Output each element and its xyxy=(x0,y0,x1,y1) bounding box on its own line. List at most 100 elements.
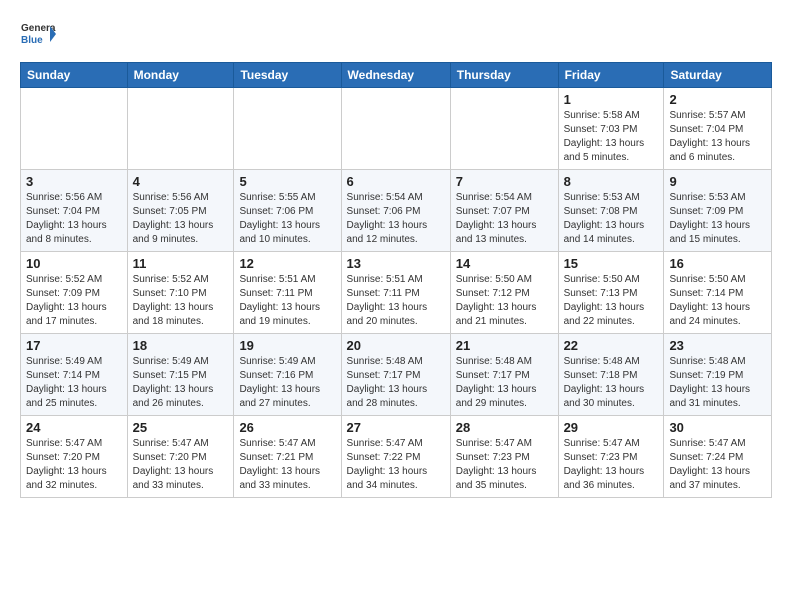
day-number: 4 xyxy=(133,174,229,189)
day-number: 21 xyxy=(456,338,553,353)
day-number: 19 xyxy=(239,338,335,353)
day-number: 29 xyxy=(564,420,659,435)
day-info: Sunrise: 5:54 AMSunset: 7:06 PMDaylight:… xyxy=(347,191,445,247)
header-row: SundayMondayTuesdayWednesdayThursdayFrid… xyxy=(21,63,772,88)
day-number: 26 xyxy=(239,420,335,435)
day-info: Sunrise: 5:48 AMSunset: 7:18 PMDaylight:… xyxy=(564,355,659,411)
day-number: 12 xyxy=(239,256,335,271)
calendar-cell: 19Sunrise: 5:49 AMSunset: 7:16 PMDayligh… xyxy=(234,334,341,416)
day-number: 24 xyxy=(26,420,122,435)
day-number: 7 xyxy=(456,174,553,189)
day-info: Sunrise: 5:51 AMSunset: 7:11 PMDaylight:… xyxy=(239,273,335,329)
day-info: Sunrise: 5:57 AMSunset: 7:04 PMDaylight:… xyxy=(669,109,766,165)
day-info: Sunrise: 5:47 AMSunset: 7:24 PMDaylight:… xyxy=(669,437,766,493)
day-number: 22 xyxy=(564,338,659,353)
header-day-monday: Monday xyxy=(127,63,234,88)
day-number: 20 xyxy=(347,338,445,353)
day-info: Sunrise: 5:49 AMSunset: 7:15 PMDaylight:… xyxy=(133,355,229,411)
day-number: 10 xyxy=(26,256,122,271)
day-number: 16 xyxy=(669,256,766,271)
day-number: 14 xyxy=(456,256,553,271)
header-day-saturday: Saturday xyxy=(664,63,772,88)
week-row-3: 10 Sunrise: 5:52 AMSunset: 7:09 PMDayligh… xyxy=(21,252,772,334)
week-row-2: 3 Sunrise: 5:56 AMSunset: 7:04 PMDaylight… xyxy=(21,170,772,252)
day-info: Sunrise: 5:47 AMSunset: 7:20 PMDaylight:… xyxy=(26,437,122,493)
day-info: Sunrise: 5:48 AMSunset: 7:17 PMDaylight:… xyxy=(347,355,445,411)
day-number: 8 xyxy=(564,174,659,189)
day-number: 25 xyxy=(133,420,229,435)
day-info: Sunrise: 5:48 AMSunset: 7:19 PMDaylight:… xyxy=(669,355,766,411)
logo-svg: General Blue xyxy=(20,16,56,52)
day-info: Sunrise: 5:49 AMSunset: 7:14 PMDaylight:… xyxy=(26,355,122,411)
logo: General Blue xyxy=(20,16,56,52)
calendar-cell: 9Sunrise: 5:53 AMSunset: 7:09 PMDaylight… xyxy=(664,170,772,252)
week-row-5: 24 Sunrise: 5:47 AMSunset: 7:20 PMDayligh… xyxy=(21,416,772,498)
day-info: Sunrise: 5:53 AMSunset: 7:09 PMDaylight:… xyxy=(669,191,766,247)
day-number: 28 xyxy=(456,420,553,435)
day-info: Sunrise: 5:50 AMSunset: 7:12 PMDaylight:… xyxy=(456,273,553,329)
calendar-cell xyxy=(234,88,341,170)
day-info: Sunrise: 5:55 AMSunset: 7:06 PMDaylight:… xyxy=(239,191,335,247)
header-day-tuesday: Tuesday xyxy=(234,63,341,88)
header-day-wednesday: Wednesday xyxy=(341,63,450,88)
header-day-sunday: Sunday xyxy=(21,63,128,88)
calendar-cell xyxy=(127,88,234,170)
day-info: Sunrise: 5:51 AMSunset: 7:11 PMDaylight:… xyxy=(347,273,445,329)
calendar-cell: 14 Sunrise: 5:50 AMSunset: 7:12 PMDayligh… xyxy=(450,252,558,334)
day-number: 18 xyxy=(133,338,229,353)
week-row-1: 1Sunrise: 5:58 AMSunset: 7:03 PMDaylight… xyxy=(21,88,772,170)
day-info: Sunrise: 5:47 AMSunset: 7:21 PMDaylight:… xyxy=(239,437,335,493)
calendar-cell: 11Sunrise: 5:52 AMSunset: 7:10 PMDayligh… xyxy=(127,252,234,334)
calendar-cell xyxy=(21,88,128,170)
calendar-cell: 8 Sunrise: 5:53 AMSunset: 7:08 PMDaylight… xyxy=(558,170,664,252)
calendar-cell: 4 Sunrise: 5:56 AMSunset: 7:05 PMDaylight… xyxy=(127,170,234,252)
day-info: Sunrise: 5:58 AMSunset: 7:03 PMDaylight:… xyxy=(564,109,659,165)
calendar-cell: 24 Sunrise: 5:47 AMSunset: 7:20 PMDayligh… xyxy=(21,416,128,498)
calendar-cell: 25 Sunrise: 5:47 AMSunset: 7:20 PMDayligh… xyxy=(127,416,234,498)
day-info: Sunrise: 5:48 AMSunset: 7:17 PMDaylight:… xyxy=(456,355,553,411)
calendar-cell: 6 Sunrise: 5:54 AMSunset: 7:06 PMDaylight… xyxy=(341,170,450,252)
header-day-thursday: Thursday xyxy=(450,63,558,88)
day-info: Sunrise: 5:50 AMSunset: 7:14 PMDaylight:… xyxy=(669,273,766,329)
day-number: 27 xyxy=(347,420,445,435)
day-info: Sunrise: 5:56 AMSunset: 7:05 PMDaylight:… xyxy=(133,191,229,247)
day-number: 3 xyxy=(26,174,122,189)
calendar-header: SundayMondayTuesdayWednesdayThursdayFrid… xyxy=(21,63,772,88)
day-number: 23 xyxy=(669,338,766,353)
day-info: Sunrise: 5:50 AMSunset: 7:13 PMDaylight:… xyxy=(564,273,659,329)
calendar-cell: 5 Sunrise: 5:55 AMSunset: 7:06 PMDaylight… xyxy=(234,170,341,252)
calendar-cell: 22 Sunrise: 5:48 AMSunset: 7:18 PMDayligh… xyxy=(558,334,664,416)
calendar-cell: 20 Sunrise: 5:48 AMSunset: 7:17 PMDayligh… xyxy=(341,334,450,416)
calendar-cell: 23 Sunrise: 5:48 AMSunset: 7:19 PMDayligh… xyxy=(664,334,772,416)
calendar-cell xyxy=(450,88,558,170)
calendar-cell: 30 Sunrise: 5:47 AMSunset: 7:24 PMDayligh… xyxy=(664,416,772,498)
calendar-cell: 2 Sunrise: 5:57 AMSunset: 7:04 PMDaylight… xyxy=(664,88,772,170)
day-number: 2 xyxy=(669,92,766,107)
calendar-table: SundayMondayTuesdayWednesdayThursdayFrid… xyxy=(20,62,772,498)
day-number: 17 xyxy=(26,338,122,353)
day-info: Sunrise: 5:56 AMSunset: 7:04 PMDaylight:… xyxy=(26,191,122,247)
day-info: Sunrise: 5:53 AMSunset: 7:08 PMDaylight:… xyxy=(564,191,659,247)
day-number: 30 xyxy=(669,420,766,435)
calendar-cell: 13 Sunrise: 5:51 AMSunset: 7:11 PMDayligh… xyxy=(341,252,450,334)
day-info: Sunrise: 5:47 AMSunset: 7:23 PMDaylight:… xyxy=(456,437,553,493)
calendar-cell: 7Sunrise: 5:54 AMSunset: 7:07 PMDaylight… xyxy=(450,170,558,252)
header-day-friday: Friday xyxy=(558,63,664,88)
calendar-cell: 12 Sunrise: 5:51 AMSunset: 7:11 PMDayligh… xyxy=(234,252,341,334)
calendar-cell: 16 Sunrise: 5:50 AMSunset: 7:14 PMDayligh… xyxy=(664,252,772,334)
calendar-cell: 28 Sunrise: 5:47 AMSunset: 7:23 PMDayligh… xyxy=(450,416,558,498)
svg-text:Blue: Blue xyxy=(21,35,43,46)
calendar-cell: 21 Sunrise: 5:48 AMSunset: 7:17 PMDayligh… xyxy=(450,334,558,416)
calendar-cell: 18 Sunrise: 5:49 AMSunset: 7:15 PMDayligh… xyxy=(127,334,234,416)
day-number: 13 xyxy=(347,256,445,271)
day-number: 5 xyxy=(239,174,335,189)
calendar-cell: 26 Sunrise: 5:47 AMSunset: 7:21 PMDayligh… xyxy=(234,416,341,498)
day-info: Sunrise: 5:52 AMSunset: 7:09 PMDaylight:… xyxy=(26,273,122,329)
calendar-cell: 27Sunrise: 5:47 AMSunset: 7:22 PMDayligh… xyxy=(341,416,450,498)
calendar-cell: 3 Sunrise: 5:56 AMSunset: 7:04 PMDaylight… xyxy=(21,170,128,252)
calendar-cell: 10 Sunrise: 5:52 AMSunset: 7:09 PMDayligh… xyxy=(21,252,128,334)
calendar-cell: 17 Sunrise: 5:49 AMSunset: 7:14 PMDayligh… xyxy=(21,334,128,416)
header: General Blue xyxy=(20,16,772,52)
day-info: Sunrise: 5:47 AMSunset: 7:20 PMDaylight:… xyxy=(133,437,229,493)
day-number: 6 xyxy=(347,174,445,189)
